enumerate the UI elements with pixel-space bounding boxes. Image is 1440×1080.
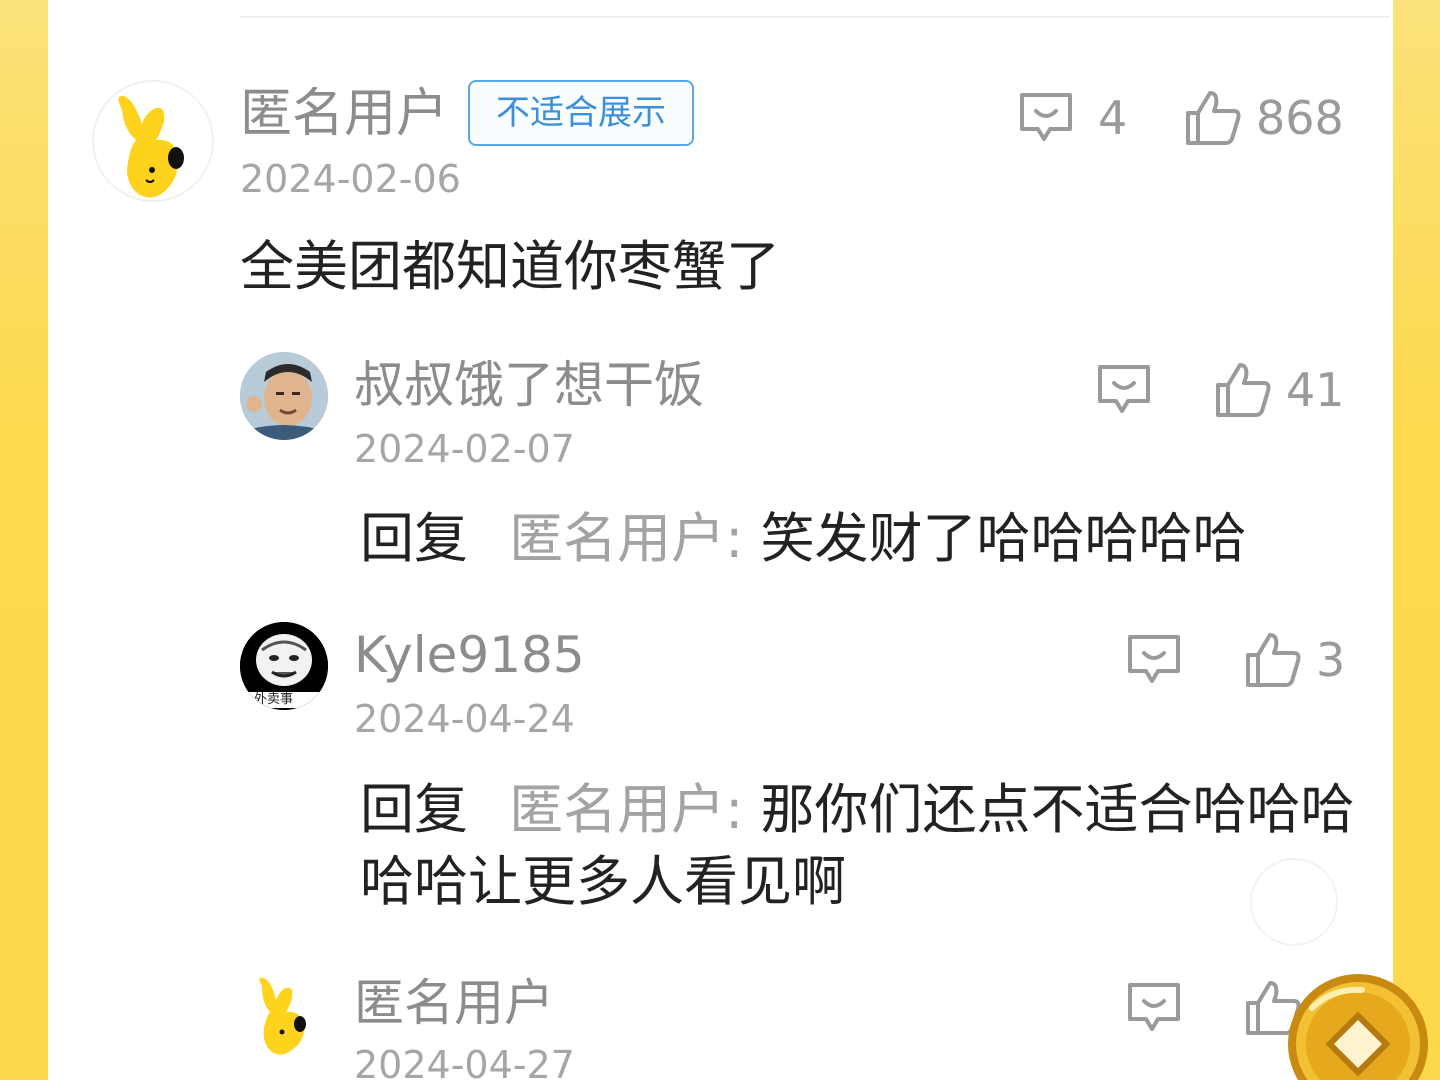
comment-card: 匿名用户 不适合展示 2024-02-06 4 868 全美团都知道你枣蟹了 叔… <box>48 0 1393 1080</box>
comment-bubble-icon <box>1128 635 1180 683</box>
like-button[interactable]: 3 <box>1244 630 1345 690</box>
reply-content: 笑发财了哈哈哈哈哈 <box>760 507 1247 570</box>
avatar[interactable] <box>92 80 214 202</box>
reply-count: 4 <box>1098 91 1128 145</box>
man-photo-icon <box>240 352 328 440</box>
divider <box>240 16 1390 18</box>
reply-button[interactable] <box>1124 630 1184 690</box>
reply-button[interactable] <box>1094 360 1154 420</box>
reply-text: 回复 匿名用户: 笑发财了哈哈哈哈哈 <box>360 504 1360 574</box>
comment-text: 全美团都知道你枣蟹了 <box>240 235 780 298</box>
avatar[interactable] <box>240 970 328 1058</box>
comment-bubble-icon <box>1128 983 1180 1031</box>
reply-button[interactable]: 4 <box>1016 88 1127 148</box>
not-suitable-tag: 不适合展示 <box>468 80 694 146</box>
reply-text: 回复 匿名用户: 那你们还点不适合哈哈哈哈哈让更多人看见啊 <box>360 774 1360 918</box>
yellow-mascot-icon <box>259 977 306 1055</box>
thumbs-up-icon <box>1186 91 1241 145</box>
reply-date: 2024-02-07 <box>354 427 575 471</box>
gold-coin-icon[interactable] <box>1282 968 1432 1080</box>
username[interactable]: 匿名用户 <box>240 88 448 140</box>
like-count: 3 <box>1316 633 1346 687</box>
thumbs-up-icon <box>1216 363 1271 417</box>
username[interactable]: Kyle9185 <box>354 630 585 680</box>
reply-button[interactable] <box>1124 978 1184 1038</box>
like-count: 868 <box>1256 91 1344 145</box>
reply-target[interactable]: 匿名用户: <box>509 507 743 570</box>
floating-circle <box>1250 858 1338 946</box>
avatar[interactable]: 外卖事 <box>240 622 328 710</box>
reply-date: 2024-04-24 <box>354 697 575 741</box>
username[interactable]: 匿名用户 <box>354 978 554 1028</box>
reply-prefix: 回复 <box>360 778 468 841</box>
comment-bubble-icon <box>1098 365 1150 413</box>
reply-date: 2024-04-27 <box>354 1043 575 1080</box>
like-button[interactable]: 41 <box>1214 360 1345 420</box>
avatar-caption: 外卖事 <box>254 692 294 707</box>
comment-date: 2024-02-06 <box>240 157 461 201</box>
like-button[interactable]: 868 <box>1184 88 1344 148</box>
thumbs-up-icon <box>1246 633 1301 687</box>
yellow-mascot-icon <box>118 95 184 198</box>
reply-target[interactable]: 匿名用户: <box>509 778 743 841</box>
username[interactable]: 叔叔饿了想干饭 <box>354 360 704 410</box>
comment-bubble-icon <box>1020 93 1072 141</box>
like-count: 41 <box>1286 363 1345 417</box>
reply-prefix: 回复 <box>360 507 468 570</box>
avatar[interactable] <box>240 352 328 440</box>
